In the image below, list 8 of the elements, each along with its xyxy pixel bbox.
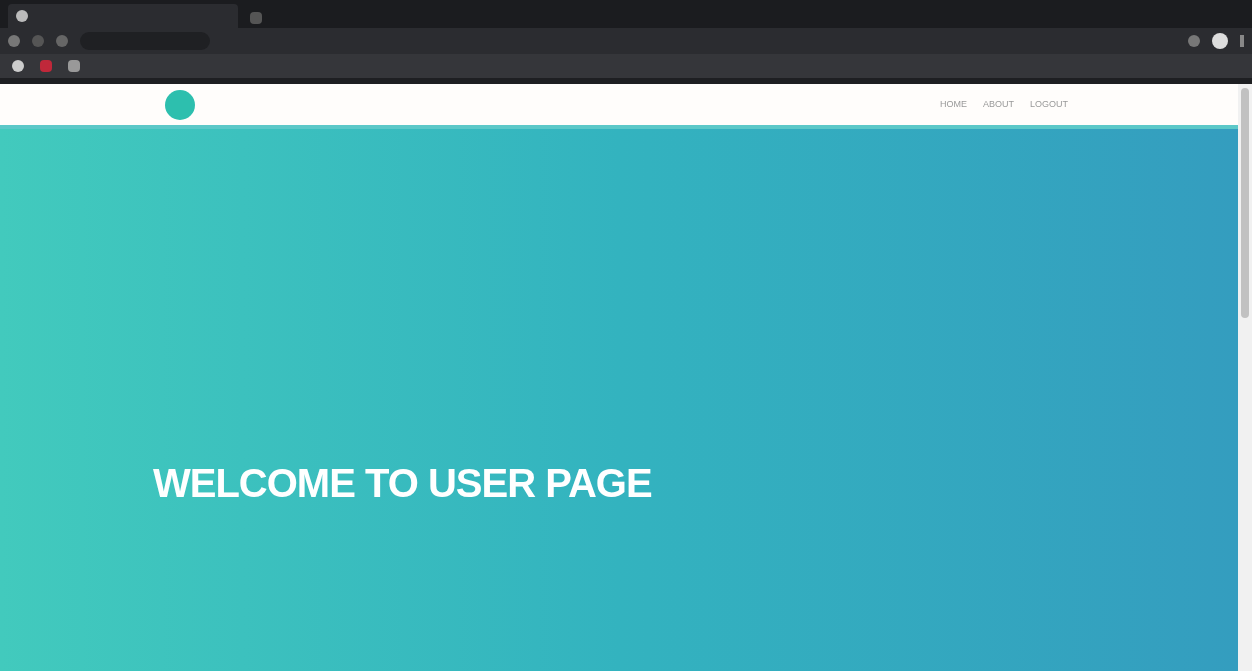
browser-tab[interactable]: [8, 4, 238, 28]
nav-link[interactable]: ABOUT: [982, 97, 1014, 112]
logo-icon: [165, 89, 195, 120]
nav-link[interactable]: HOME: [939, 97, 967, 112]
nav-link[interactable]: LOGOUT: [1030, 97, 1068, 112]
bookmark-icon[interactable]: [12, 60, 24, 72]
bookmark-icon[interactable]: [68, 60, 80, 72]
hero-title: WELCOME TO USER PAGE: [153, 459, 652, 507]
